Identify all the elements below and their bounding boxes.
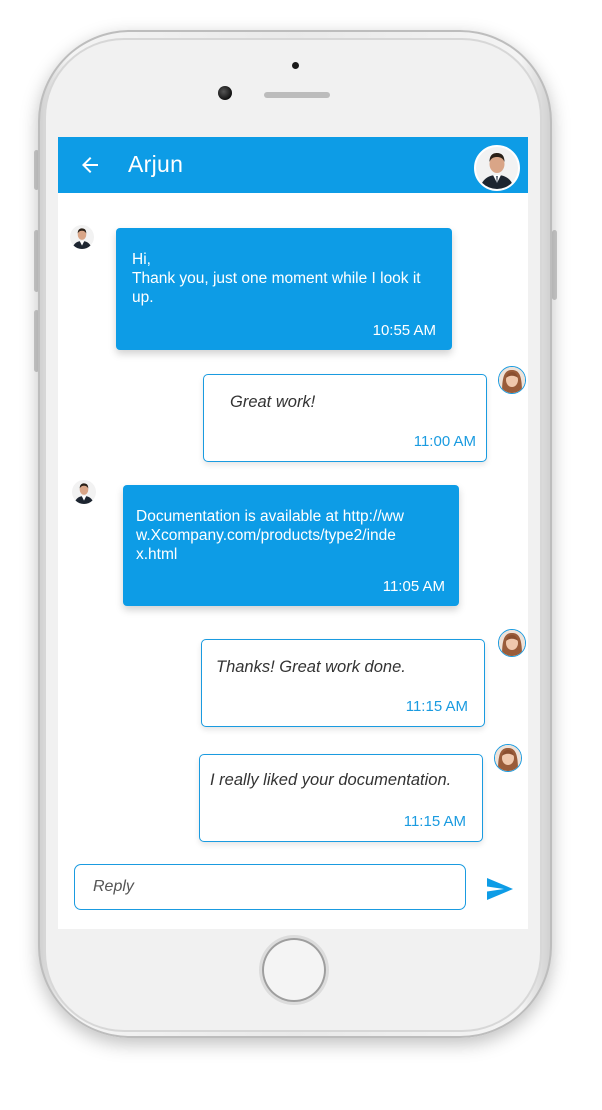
send-icon[interactable] bbox=[486, 877, 514, 901]
earpiece-speaker bbox=[264, 92, 330, 98]
message-text: Great work! bbox=[230, 393, 316, 411]
message-text[interactable]: Documentation is available at http://www… bbox=[136, 507, 406, 564]
user-avatar bbox=[498, 366, 526, 394]
front-camera bbox=[218, 86, 232, 100]
message-bubble-user: I really liked your documentation. 11:15… bbox=[199, 754, 483, 842]
agent-avatar bbox=[70, 225, 94, 249]
agent-portrait-icon bbox=[72, 480, 96, 504]
home-button[interactable] bbox=[262, 938, 326, 1002]
message-timestamp: 11:05 AM bbox=[382, 578, 445, 595]
app-header: Arjun bbox=[58, 137, 528, 193]
message-bubble-user: Thanks! Great work done. 11:15 AM bbox=[201, 639, 485, 727]
user-portrait-icon bbox=[499, 367, 525, 393]
message-text: I really liked your documentation. bbox=[210, 771, 452, 789]
proximity-sensor bbox=[292, 62, 299, 69]
message-timestamp: 10:55 AM bbox=[372, 322, 436, 339]
device-mockup: Arjun Hi, Thank you, just one moment whi… bbox=[0, 0, 602, 1110]
message-bubble-agent: Hi, Thank you, just one moment while I l… bbox=[116, 228, 452, 350]
message-timestamp: 11:15 AM bbox=[405, 698, 468, 715]
message-timestamp: 11:15 AM bbox=[403, 813, 466, 830]
chat-screen: Arjun Hi, Thank you, just one moment whi… bbox=[58, 137, 528, 929]
user-avatar bbox=[498, 629, 526, 657]
agent-avatar bbox=[72, 480, 96, 504]
message-bubble-user: Great work! 11:00 AM bbox=[203, 374, 487, 462]
message-text: Thanks! Great work done. bbox=[216, 658, 406, 676]
agent-portrait-icon bbox=[476, 147, 518, 189]
contact-name: Arjun bbox=[128, 151, 184, 177]
message-timestamp: 11:00 AM bbox=[413, 433, 476, 450]
user-portrait-icon bbox=[495, 745, 521, 771]
message-bubble-agent: Documentation is available at http://www… bbox=[123, 485, 459, 606]
user-portrait-icon bbox=[499, 630, 525, 656]
agent-avatar[interactable] bbox=[474, 145, 520, 191]
reply-input[interactable] bbox=[74, 864, 466, 910]
message-text: Hi, Thank you, just one moment while I l… bbox=[132, 251, 421, 306]
user-avatar bbox=[494, 744, 522, 772]
arrow-left-icon[interactable] bbox=[78, 153, 102, 177]
power-button bbox=[552, 230, 557, 300]
agent-portrait-icon bbox=[70, 225, 94, 249]
